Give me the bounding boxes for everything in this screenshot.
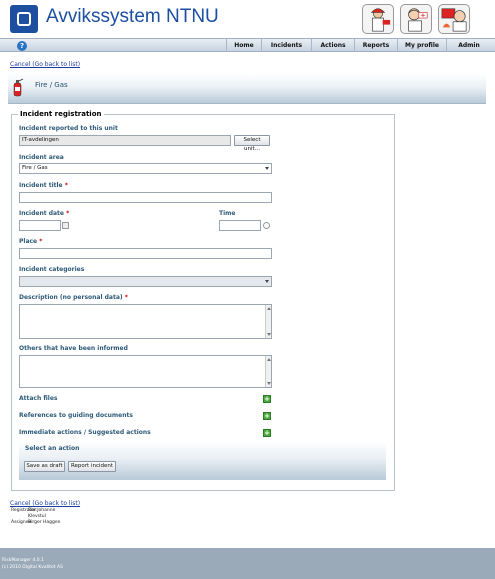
place-label: Place *: [19, 238, 42, 245]
required-marker: *: [66, 210, 70, 217]
description-text: Description (no personal data): [19, 294, 123, 301]
cancel-link-top[interactable]: Cancel (Go back to list): [10, 61, 80, 68]
attach-files-label: Attach files: [19, 395, 58, 402]
nav-my-profile[interactable]: My profile: [397, 39, 446, 52]
incident-title-text: Incident title: [19, 182, 63, 189]
incident-categories-select[interactable]: [19, 276, 272, 287]
app-title: Avvikssystem NTNU: [46, 6, 219, 27]
meta-row: Assignee: Birger Haggen: [11, 520, 61, 525]
select-unit-button[interactable]: Select unit...: [234, 135, 270, 152]
incident-date-input[interactable]: [19, 220, 61, 231]
help-icon[interactable]: ?: [17, 41, 27, 51]
time-label: Time: [219, 210, 236, 217]
nav-reports[interactable]: Reports: [354, 39, 397, 52]
incident-categories-label: Incident categories: [19, 266, 85, 273]
nav-actions[interactable]: Actions: [311, 39, 354, 52]
reported-unit-label: Incident reported to this unit: [19, 125, 118, 132]
scrollbar[interactable]: [265, 356, 271, 387]
add-reference-icon[interactable]: +: [263, 412, 271, 420]
reported-unit-field: IT-avdelingen: [19, 135, 231, 146]
form-legend: Incident registration: [18, 110, 104, 118]
app-header: Avvikssystem NTNU: [0, 0, 495, 38]
section-title: Fire / Gas: [35, 81, 68, 89]
report-incident-button[interactable]: Report incident: [68, 461, 116, 472]
page-footer: RiskManager 4.0.1 (c) 2010 Digital Kvali…: [0, 548, 495, 579]
chevron-down-icon: [265, 167, 269, 170]
calendar-icon[interactable]: [62, 222, 69, 229]
incident-area-label: Incident area: [19, 154, 64, 161]
description-label: Description (no personal data) *: [19, 294, 128, 301]
incident-date-label: Incident date *: [19, 210, 69, 217]
place-input[interactable]: [19, 248, 272, 259]
main-nav: ? Home Incidents Actions Reports My prof…: [0, 38, 495, 52]
section-header: Fire / Gas: [8, 74, 486, 104]
incident-area-select[interactable]: Fire / Gas: [19, 163, 272, 174]
save-draft-button[interactable]: Save as draft: [24, 461, 65, 472]
required-marker: *: [39, 238, 43, 245]
incident-date-text: Incident date: [19, 210, 64, 217]
nav-home[interactable]: Home: [226, 39, 261, 52]
nav-admin[interactable]: Admin: [446, 39, 491, 52]
required-marker: *: [64, 182, 68, 189]
add-attachment-icon[interactable]: +: [263, 395, 271, 403]
fire-extinguisher-icon: [13, 78, 24, 97]
footer-copyright: (c) 2010 Digital Kvalitet AS: [2, 565, 63, 570]
firefighter-image: [362, 4, 394, 34]
required-marker: *: [124, 294, 128, 301]
incident-title-label: Incident title *: [19, 182, 68, 189]
others-informed-label: Others that have been informed: [19, 345, 128, 352]
clock-icon[interactable]: [263, 222, 270, 229]
app-logo: [10, 5, 38, 33]
action-panel: Select an action Save as draft Report in…: [19, 441, 386, 480]
add-immediate-action-icon[interactable]: +: [263, 429, 271, 437]
incident-area-value: Fire / Gas: [22, 165, 48, 171]
action-panel-title: Select an action: [25, 445, 80, 452]
red-fire-image: [438, 4, 470, 34]
place-text: Place: [19, 238, 38, 245]
time-input[interactable]: [219, 220, 261, 231]
description-textarea[interactable]: [19, 304, 272, 339]
footer-version: RiskManager 4.0.1: [2, 558, 44, 563]
chevron-down-icon: [265, 280, 269, 283]
others-informed-textarea[interactable]: [19, 355, 272, 388]
scrollbar[interactable]: [265, 305, 271, 338]
injured-person-image: [400, 4, 432, 34]
immediate-actions-label: Immediate actions / Suggested actions: [19, 429, 151, 436]
registration-meta: Registrator: Siw Johanne Klevstul Assigne…: [11, 508, 61, 526]
references-label: References to guiding documents: [19, 412, 133, 419]
cancel-link-bottom[interactable]: Cancel (Go back to list): [10, 500, 80, 507]
nav-incidents[interactable]: Incidents: [261, 39, 311, 52]
incident-title-input[interactable]: [19, 192, 272, 203]
